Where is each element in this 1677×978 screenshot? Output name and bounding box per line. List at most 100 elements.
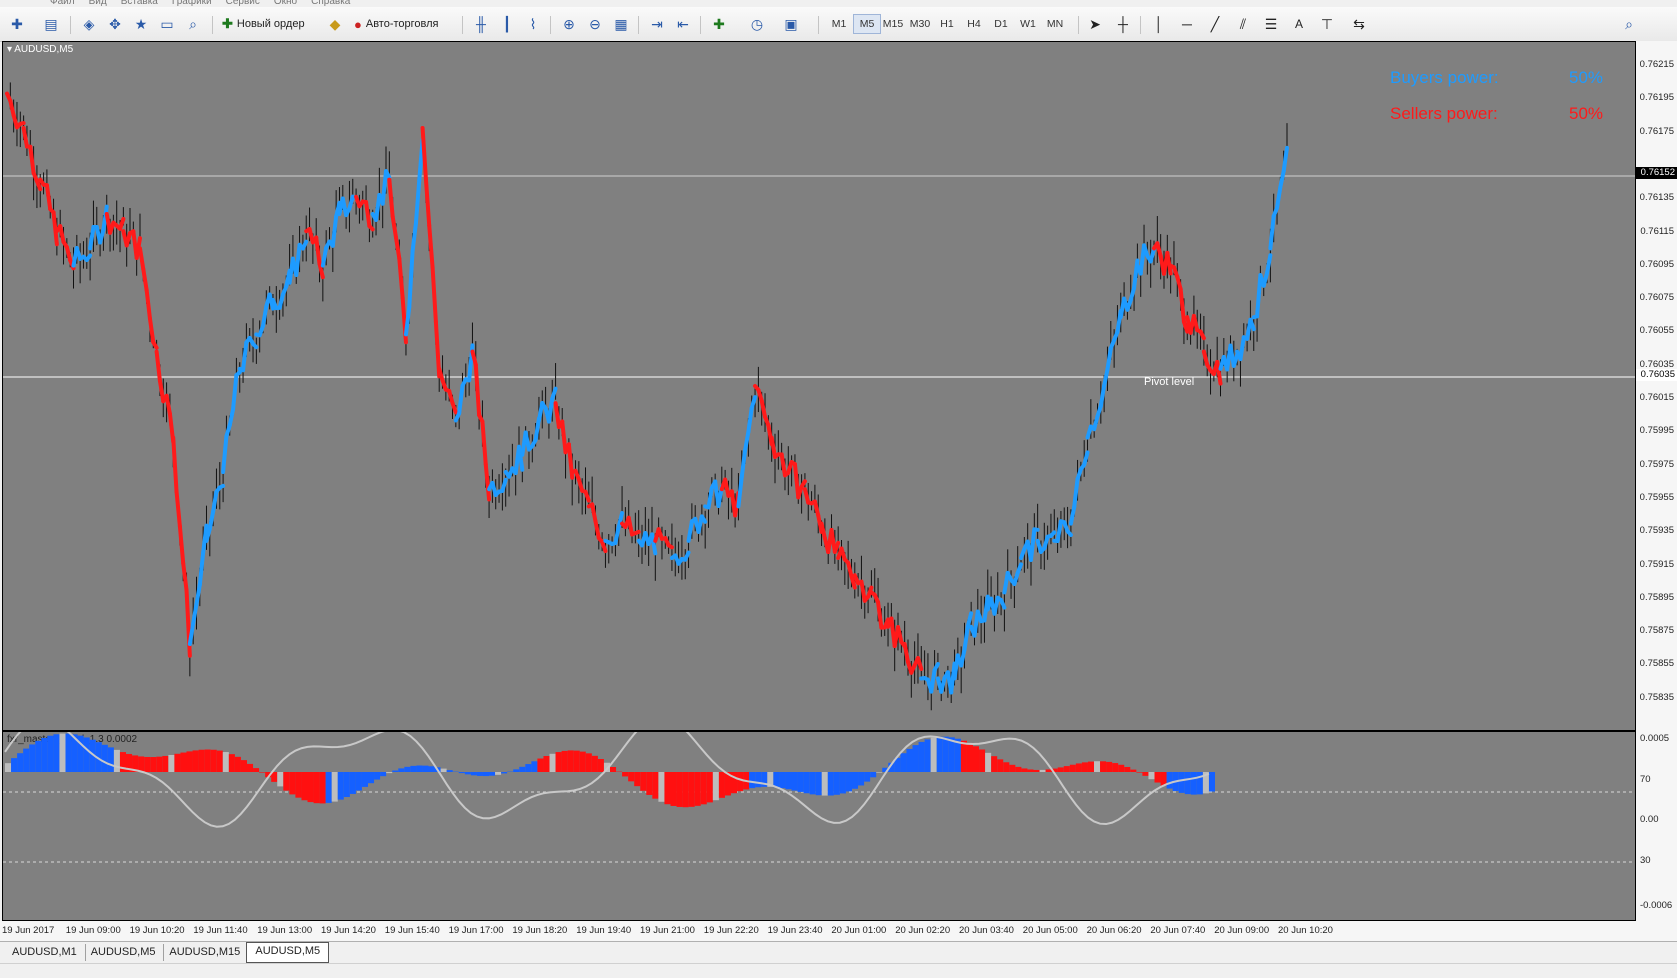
- chart-tab[interactable]: AUDUSD,M5: [246, 942, 329, 963]
- histogram-bar: [792, 772, 798, 791]
- zoom-out-icon[interactable]: ⊖: [584, 14, 606, 34]
- histogram-bar: [35, 741, 41, 772]
- histogram-bar: [398, 768, 404, 772]
- histogram-bar: [713, 772, 719, 800]
- histogram-bar: [229, 754, 235, 772]
- histogram-bar: [247, 764, 253, 772]
- timeframe-m5[interactable]: M5: [853, 14, 881, 34]
- vertical-line-icon[interactable]: │: [1148, 14, 1170, 34]
- price-tick: 0.75975: [1640, 459, 1674, 470]
- histogram-bar: [810, 772, 816, 794]
- histogram-bar: [580, 752, 586, 772]
- histogram-bar: [386, 772, 392, 773]
- menu-item-5[interactable]: Окно: [274, 0, 297, 7]
- crosshair-icon[interactable]: ┼: [1112, 14, 1134, 34]
- trendline-icon[interactable]: ╱: [1204, 14, 1226, 34]
- histogram-bar: [556, 752, 562, 772]
- histogram-bar: [598, 759, 604, 772]
- histogram-bar: [392, 771, 398, 772]
- terminal-icon[interactable]: ▭: [156, 14, 178, 34]
- trend-segment: [87, 256, 90, 260]
- metaeditor-icon[interactable]: ◆: [324, 14, 346, 34]
- auto-trading-button[interactable]: ●Авто-торговля: [350, 14, 443, 34]
- histogram-bar: [471, 772, 477, 775]
- timeframe-d1[interactable]: D1: [988, 14, 1014, 34]
- cursor-icon[interactable]: ➤: [1084, 14, 1106, 34]
- candlestick-icon[interactable]: ┃: [496, 14, 518, 34]
- price-plot: [3, 42, 1635, 730]
- histogram-bar: [622, 772, 628, 776]
- tester-icon[interactable]: ⌕: [182, 14, 204, 34]
- histogram-bar: [519, 767, 525, 772]
- text-tool-icon[interactable]: A: [1288, 14, 1310, 34]
- menu-item-1[interactable]: Вид: [89, 0, 107, 7]
- trend-segment: [482, 422, 485, 465]
- new-order-button[interactable]: ✚Новый ордер: [218, 14, 309, 34]
- tile-windows-icon[interactable]: ▦: [610, 14, 632, 34]
- menu-item-3[interactable]: Графики: [172, 0, 212, 7]
- histogram-bar: [683, 772, 689, 807]
- data-window-icon[interactable]: ✥: [104, 14, 126, 34]
- timeframe-mn[interactable]: MN: [1042, 14, 1068, 34]
- trend-segment: [389, 180, 392, 217]
- templates-icon[interactable]: ▣: [780, 14, 802, 34]
- profiles-icon[interactable]: ▤: [40, 14, 62, 34]
- trend-segment: [143, 269, 146, 290]
- histogram-bar: [1015, 767, 1021, 772]
- auto-scroll-icon[interactable]: ⇥: [646, 14, 668, 34]
- trend-segment: [366, 202, 369, 226]
- timeframe-m30[interactable]: M30: [907, 14, 933, 34]
- trend-segment: [147, 290, 150, 319]
- histogram-bar: [531, 761, 537, 772]
- main-chart[interactable]: ▾ AUDUSD,M5 Pivot level Buyers power: 50…: [2, 41, 1636, 731]
- chart-shift-icon[interactable]: ⇤: [672, 14, 694, 34]
- time-tick: 19 Jun 17:00: [449, 925, 504, 936]
- histogram-bar: [822, 772, 828, 796]
- trend-segment: [433, 267, 436, 322]
- histogram-bar: [314, 772, 320, 803]
- menu-item-2[interactable]: Вставка: [121, 0, 158, 7]
- pivot-label: Pivot level: [1144, 376, 1194, 388]
- trend-segment: [635, 532, 638, 533]
- timeframe-m1[interactable]: M1: [826, 14, 852, 34]
- menu-item-6[interactable]: Справка: [311, 0, 350, 7]
- price-tick: 0.76095: [1640, 259, 1674, 270]
- indicators-icon[interactable]: ✚: [708, 14, 730, 34]
- search-icon[interactable]: ⌕: [1618, 14, 1640, 34]
- histogram-bar: [828, 772, 834, 795]
- periods-icon[interactable]: ◷: [746, 14, 768, 34]
- trend-segment: [423, 128, 426, 179]
- histogram-bar: [652, 772, 658, 799]
- timeframe-h1[interactable]: H1: [934, 14, 960, 34]
- histogram-bar: [1179, 772, 1185, 793]
- text-label-icon[interactable]: ⊤: [1316, 14, 1338, 34]
- horizontal-line-icon[interactable]: ─: [1176, 14, 1198, 34]
- trend-segment: [782, 454, 785, 475]
- chart-tab[interactable]: AUDUSD,M5: [83, 944, 165, 961]
- fibonacci-icon[interactable]: ☰: [1260, 14, 1282, 34]
- channel-icon[interactable]: ⫽: [1232, 14, 1254, 34]
- histogram-bar: [1148, 772, 1154, 779]
- new-chart-icon[interactable]: ✚: [6, 14, 28, 34]
- timeframe-h4[interactable]: H4: [961, 14, 987, 34]
- histogram-bar: [1088, 762, 1094, 772]
- price-tick: 0.76055: [1640, 325, 1674, 336]
- market-watch-icon[interactable]: ◈: [78, 14, 100, 34]
- timeframe-w1[interactable]: W1: [1015, 14, 1041, 34]
- chart-tab[interactable]: AUDUSD,M15: [161, 944, 249, 961]
- arrows-icon[interactable]: ⇆: [1348, 14, 1370, 34]
- histogram-bar: [525, 764, 531, 772]
- navigator-icon[interactable]: ★: [130, 14, 152, 34]
- menu-item-0[interactable]: Файл: [50, 0, 75, 7]
- histogram-bar: [1142, 772, 1148, 776]
- indicator-axis-tick: 30: [1640, 855, 1651, 866]
- zoom-in-icon[interactable]: ⊕: [558, 14, 580, 34]
- menu-item-4[interactable]: Сервис: [226, 0, 260, 7]
- timeframe-m15[interactable]: M15: [880, 14, 906, 34]
- indicator-chart[interactable]: fxr_master_macd_1.3 0.0002: [2, 731, 1636, 921]
- histogram-bar: [199, 750, 205, 772]
- chart-tab[interactable]: AUDUSD,M1: [4, 944, 86, 961]
- bar-chart-icon[interactable]: ╫: [470, 14, 492, 34]
- line-chart-icon[interactable]: ⌇: [522, 14, 544, 34]
- trend-segment: [67, 247, 70, 260]
